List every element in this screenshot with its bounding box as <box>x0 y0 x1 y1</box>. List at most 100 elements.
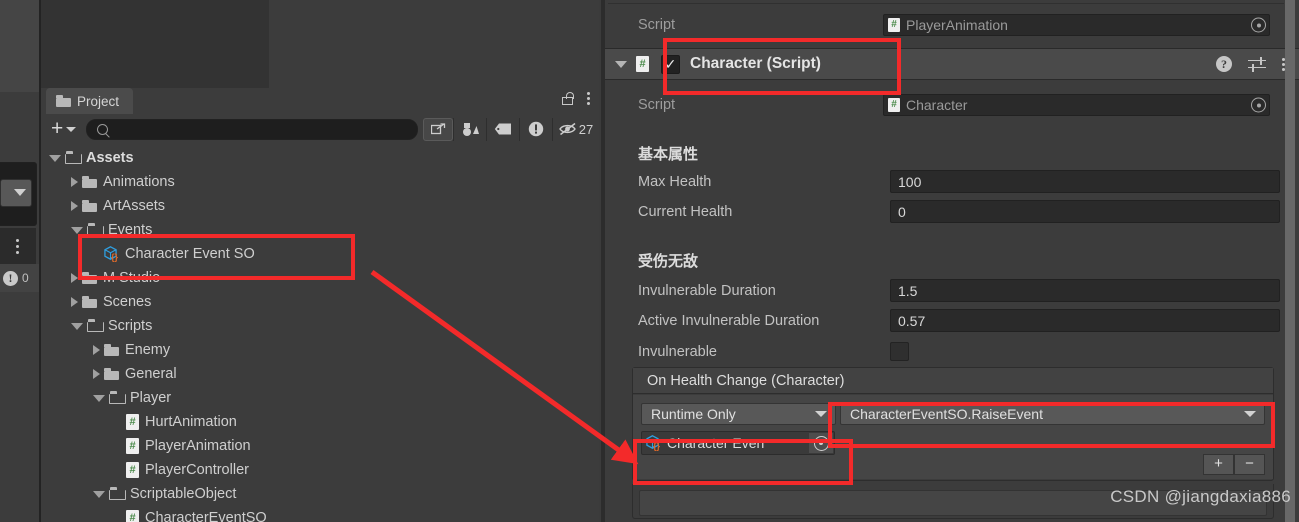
function-value: CharacterEventSO.RaiseEvent <box>850 406 1043 422</box>
foldout-closed-icon[interactable] <box>71 177 78 187</box>
tree-item-label: Events <box>108 222 153 238</box>
inspector-scrollbar-thumb[interactable] <box>1285 0 1295 522</box>
tree-item-player[interactable]: Player <box>41 386 590 410</box>
help-icon[interactable]: ? <box>1216 56 1232 72</box>
console-error-status[interactable]: ! 0 <box>0 264 39 292</box>
tree-item-scriptableobject[interactable]: ScriptableObject <box>41 482 590 506</box>
csharp-script-icon: # <box>126 462 139 478</box>
save-search-icon[interactable] <box>423 117 454 141</box>
csharp-script-icon: # <box>126 414 139 430</box>
csharp-script-icon: # <box>126 438 139 454</box>
tree-item-enemy[interactable]: Enemy <box>41 338 590 362</box>
tree-item-character-event-so[interactable]: {} Character Event SO <box>41 242 590 266</box>
tree-item-label: Animations <box>103 174 175 190</box>
watermark: CSDN @jiangdaxia886 <box>1110 487 1291 506</box>
character-component-header[interactable]: # ✓ Character (Script) ? <box>605 48 1299 80</box>
foldout-open-icon[interactable] <box>71 322 83 330</box>
check-icon: ✓ <box>664 56 677 72</box>
tree-item-artassets[interactable]: ArtAssets <box>41 194 590 218</box>
project-search-toolbar: + 27 <box>41 114 599 144</box>
tree-item-hurtanimation[interactable]: # HurtAnimation <box>41 410 590 434</box>
folder-icon <box>104 368 119 380</box>
csharp-script-icon: # <box>888 98 900 112</box>
tree-item-animations[interactable]: Animations <box>41 170 590 194</box>
max-health-label: Max Health <box>638 173 712 190</box>
preset-icon[interactable] <box>1248 56 1266 72</box>
object-picker-icon[interactable] <box>1251 17 1266 33</box>
on-health-change-event: On Health Change (Character) Runtime Onl… <box>632 367 1274 481</box>
warning-icon[interactable] <box>519 117 553 141</box>
foldout-closed-icon[interactable] <box>71 273 78 283</box>
event-target-object-field[interactable]: {} Character Even <box>641 431 835 455</box>
hidden-items-toggle[interactable]: 27 <box>552 117 599 141</box>
call-mode-value: Runtime Only <box>651 406 736 422</box>
foldout-closed-icon[interactable] <box>71 201 78 211</box>
project-asset-tree[interactable]: Assets Animations ArtAssets Events {} Charact… <box>41 146 590 522</box>
tree-item-scripts[interactable]: Scripts <box>41 314 590 338</box>
create-asset-button[interactable]: + <box>47 118 80 140</box>
folder-icon <box>82 176 97 188</box>
folder-open-icon <box>87 319 104 332</box>
tree-item-playercontroller[interactable]: # PlayerController <box>41 458 590 482</box>
tree-item-label: HurtAnimation <box>145 414 237 430</box>
tree-item-label: CharacterEventSO <box>145 510 267 522</box>
event-target-object-value: Character Even <box>667 435 765 451</box>
tree-item-scenes[interactable]: Scenes <box>41 290 590 314</box>
invulnerable-checkbox[interactable] <box>890 342 909 361</box>
foldout-open-icon[interactable] <box>71 226 83 234</box>
left-popup-dropdown[interactable] <box>0 179 32 207</box>
active-invulnerable-duration-input[interactable]: 0.57 <box>890 309 1280 332</box>
add-event-button[interactable]: + <box>1203 454 1234 475</box>
remove-event-button[interactable]: − <box>1234 454 1265 475</box>
foldout-open-icon[interactable] <box>49 154 61 162</box>
max-health-input[interactable]: 100 <box>890 170 1280 193</box>
chevron-down-icon <box>1244 411 1256 417</box>
lock-open-icon[interactable] <box>562 92 574 105</box>
character-object-field[interactable]: # Character <box>883 94 1270 116</box>
current-health-input[interactable]: 0 <box>890 200 1280 223</box>
tree-item-events[interactable]: Events <box>41 218 590 242</box>
filter-by-type-icon[interactable] <box>453 117 487 141</box>
component-enabled-checkbox[interactable]: ✓ <box>661 54 680 74</box>
tree-item-general[interactable]: General <box>41 362 590 386</box>
foldout-closed-icon[interactable] <box>93 369 100 379</box>
left-edge-strip: ! 0 <box>0 0 40 522</box>
chevron-down-icon <box>14 189 26 196</box>
tag-icon[interactable] <box>486 117 520 141</box>
tree-item-label: Character Event SO <box>125 246 255 262</box>
inspector-top-divider <box>608 3 1284 4</box>
player-animation-object-field[interactable]: # PlayerAnimation <box>883 14 1270 36</box>
folder-open-icon <box>109 487 126 500</box>
call-mode-dropdown[interactable]: Runtime Only <box>641 403 836 425</box>
csharp-script-icon: # <box>636 56 649 72</box>
kebab-dot <box>16 245 19 248</box>
project-tab-bar: Project <box>41 88 599 114</box>
hidden-items-count: 27 <box>578 121 594 137</box>
foldout-closed-icon[interactable] <box>93 345 100 355</box>
project-tab-actions <box>562 91 591 106</box>
function-dropdown[interactable]: CharacterEventSO.RaiseEvent <box>840 403 1265 425</box>
tree-item-assets[interactable]: Assets <box>41 146 590 170</box>
invulnerable-duration-input[interactable]: 1.5 <box>890 279 1280 302</box>
so-braces-glyph: {} <box>111 252 119 262</box>
scriptable-object-icon: {} <box>104 246 121 262</box>
tree-item-label: Enemy <box>125 342 171 358</box>
tree-item-m-studio[interactable]: M Studio <box>41 266 590 290</box>
left-kebab-menu[interactable] <box>0 228 36 264</box>
search-input[interactable] <box>86 118 419 140</box>
foldout-open-icon[interactable] <box>93 394 105 402</box>
section-title-invulnerability: 受伤无敌 <box>638 253 699 270</box>
object-picker-icon[interactable] <box>809 433 833 453</box>
tab-project[interactable]: Project <box>46 88 134 114</box>
kebab-menu-icon[interactable] <box>587 91 591 106</box>
left-popup-panel <box>0 162 37 226</box>
foldout-open-icon[interactable] <box>615 60 627 68</box>
character-script-value: Character <box>906 97 968 113</box>
foldout-closed-icon[interactable] <box>71 297 78 307</box>
object-picker-icon[interactable] <box>1251 97 1266 113</box>
tree-item-playeranimation[interactable]: # PlayerAnimation <box>41 434 590 458</box>
prop-row-active-invulnerable-duration: Active Invulnerable Duration 0.57 <box>605 307 1299 334</box>
tree-item-charactereventso[interactable]: # CharacterEventSO <box>41 506 590 522</box>
project-panel-top-segment <box>269 0 599 88</box>
foldout-open-icon[interactable] <box>93 490 105 498</box>
